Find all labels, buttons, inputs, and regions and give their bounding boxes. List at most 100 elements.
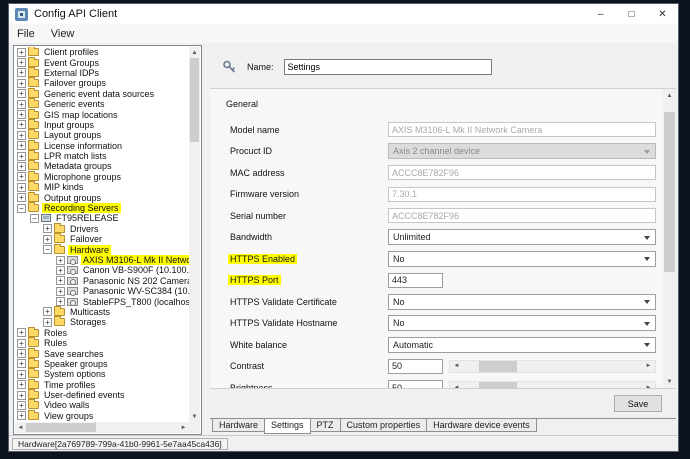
scroll-down-icon[interactable]: ▼ [663,375,676,388]
expand-icon[interactable]: + [56,276,65,285]
expand-icon[interactable]: + [17,120,26,129]
field-dropdown[interactable]: No [388,251,656,267]
tree-item[interactable]: +Microphone groups [15,172,189,182]
menu-file[interactable]: File [9,24,43,43]
expand-icon[interactable]: + [56,266,65,275]
expand-icon[interactable]: + [56,287,65,296]
field-input[interactable] [388,380,443,388]
tree-vertical-scrollbar[interactable]: ▲ ▼ [189,47,200,422]
expand-icon[interactable]: + [17,349,26,358]
field-input[interactable] [388,273,443,288]
expand-icon[interactable]: + [17,328,26,337]
slider-left-icon[interactable]: ◄ [450,382,463,388]
tree-item[interactable]: +AXIS M3106-L Mk II Network Came [15,255,189,265]
expand-icon[interactable]: + [56,297,65,306]
tree-item[interactable]: +License information [15,141,189,151]
tree-item[interactable]: +Failover [15,234,189,244]
slider-right-icon[interactable]: ► [642,361,655,372]
field-dropdown[interactable]: Automatic [388,337,656,353]
tree-item[interactable]: +GIS map locations [15,109,189,119]
scroll-track[interactable] [663,102,676,375]
expand-icon[interactable]: + [17,172,26,181]
menu-view[interactable]: View [43,24,83,43]
tree-item[interactable]: +Save searches [15,348,189,358]
value-slider[interactable]: ◄► [449,360,656,373]
slider-left-icon[interactable]: ◄ [450,361,463,372]
expand-icon[interactable]: + [17,131,26,140]
collapse-icon[interactable]: − [17,204,26,213]
tree-item[interactable]: +View groups [15,411,189,421]
scroll-thumb[interactable] [190,58,199,142]
expand-icon[interactable]: + [56,256,65,265]
expand-icon[interactable]: + [17,48,26,57]
tree-item[interactable]: +Layout groups [15,130,189,140]
tree-item[interactable]: −Recording Servers [15,203,189,213]
expand-icon[interactable]: + [43,307,52,316]
tree-item[interactable]: +User-defined events [15,390,189,400]
scroll-right-icon[interactable]: ► [178,422,189,433]
scroll-down-icon[interactable]: ▼ [189,411,200,422]
tree-item[interactable]: +Multicasts [15,307,189,317]
expand-icon[interactable]: + [17,359,26,368]
field-dropdown[interactable]: No [388,294,656,310]
expand-icon[interactable]: + [17,100,26,109]
expand-icon[interactable]: + [17,110,26,119]
tree-item[interactable]: +Roles [15,328,189,338]
collapse-icon[interactable]: − [30,214,39,223]
scroll-up-icon[interactable]: ▲ [663,89,676,102]
slider-track[interactable] [463,382,642,388]
slider-track[interactable] [463,361,642,372]
tree-item[interactable]: +Output groups [15,192,189,202]
tree-item[interactable]: +Video walls [15,400,189,410]
slider-right-icon[interactable]: ► [642,382,655,388]
expand-icon[interactable]: + [43,235,52,244]
tree-item[interactable]: +Panasonic NS 202 Camera (10.100. [15,276,189,286]
value-slider[interactable]: ◄► [449,381,656,388]
tree-item[interactable]: +Generic events [15,99,189,109]
tab-hardware-device-events[interactable]: Hardware device events [426,419,537,432]
expand-icon[interactable]: + [17,380,26,389]
tab-ptz[interactable]: PTZ [310,419,341,432]
tree-item[interactable]: +Metadata groups [15,161,189,171]
slider-thumb[interactable] [479,382,517,388]
tab-settings[interactable]: Settings [264,419,311,434]
tree-item[interactable]: +Speaker groups [15,359,189,369]
form-vertical-scrollbar[interactable]: ▲ ▼ [663,89,676,388]
expand-icon[interactable]: + [17,89,26,98]
tree-item[interactable]: +Rules [15,338,189,348]
maximize-button[interactable]: □ [616,4,647,24]
scroll-thumb[interactable] [664,112,675,272]
minimize-button[interactable]: – [585,4,616,24]
save-button[interactable]: Save [614,395,662,412]
tree-item[interactable]: +Failover groups [15,78,189,88]
expand-icon[interactable]: + [17,193,26,202]
tree-item[interactable]: +Storages [15,317,189,327]
tree-item[interactable]: +LPR match lists [15,151,189,161]
collapse-icon[interactable]: − [43,245,52,254]
expand-icon[interactable]: + [17,152,26,161]
field-dropdown[interactable]: Unlimited [388,229,656,245]
slider-thumb[interactable] [479,361,517,372]
scroll-left-icon[interactable]: ◄ [15,422,26,433]
expand-icon[interactable]: + [17,141,26,150]
tree-item[interactable]: +Drivers [15,224,189,234]
tree-item[interactable]: +Client profiles [15,47,189,57]
scroll-track[interactable] [189,58,200,411]
close-button[interactable]: ✕ [647,4,678,24]
expand-icon[interactable]: + [17,58,26,67]
tree-item[interactable]: +External IDPs [15,68,189,78]
scroll-track[interactable] [26,422,178,433]
tree-item[interactable]: −Hardware [15,244,189,254]
tab-custom-properties[interactable]: Custom properties [340,419,428,432]
tree-item[interactable]: +Time profiles [15,380,189,390]
field-dropdown[interactable]: No [388,315,656,331]
expand-icon[interactable]: + [17,391,26,400]
expand-icon[interactable]: + [17,79,26,88]
expand-icon[interactable]: + [43,224,52,233]
tree-item[interactable]: +StableFPS_T800 (localhost) [15,296,189,306]
scroll-up-icon[interactable]: ▲ [189,47,200,58]
tree-item[interactable]: −FT95RELEASE [15,213,189,223]
tab-hardware[interactable]: Hardware [212,419,265,432]
expand-icon[interactable]: + [17,401,26,410]
expand-icon[interactable]: + [17,162,26,171]
